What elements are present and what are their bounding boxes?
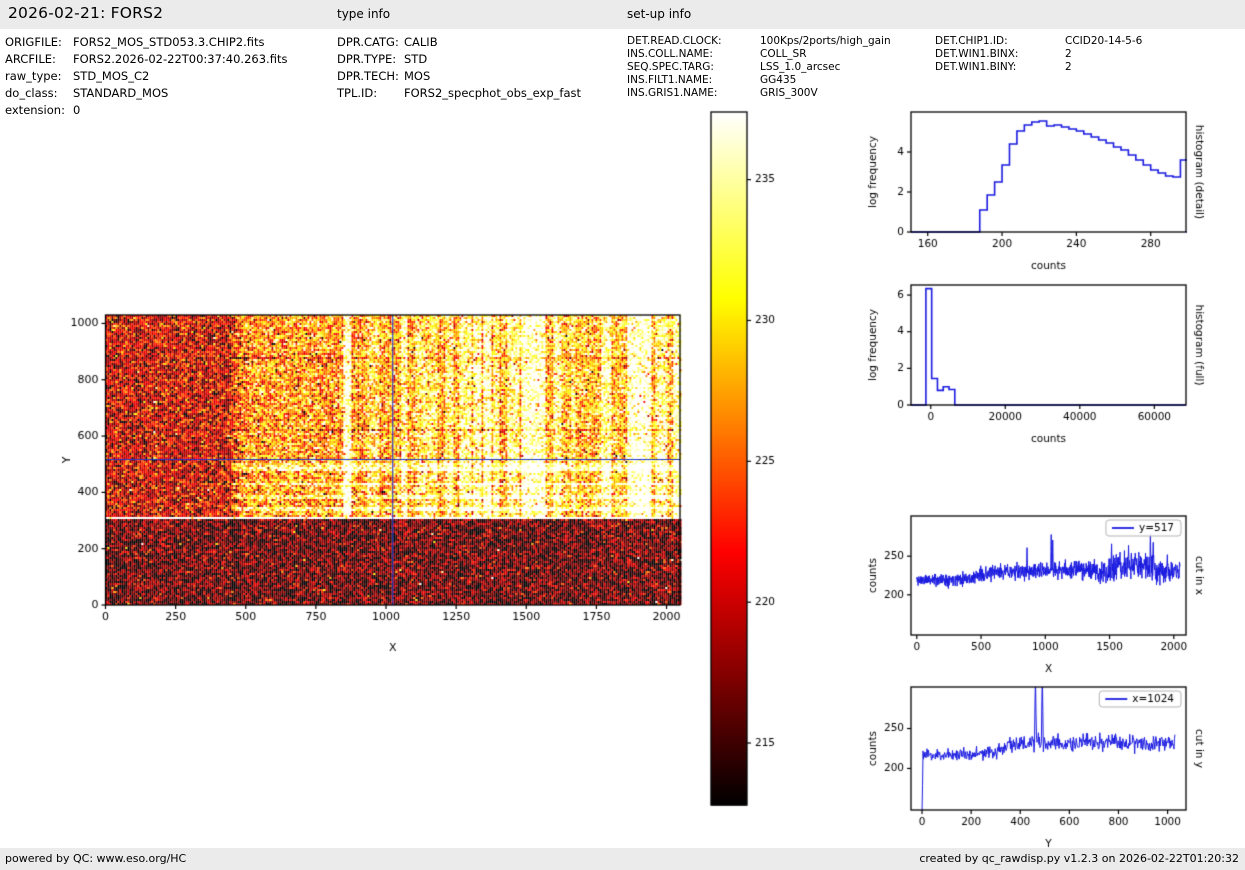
info-value: FORS2_MOS_STD053.3.CHIP2.fits [73, 35, 265, 49]
info-value: LSS_1.0_arcsec [760, 61, 841, 73]
info-label: DET.WIN1.BINY: [935, 61, 1017, 73]
info-value: CALIB [404, 35, 438, 49]
info-label: extension: [5, 103, 65, 117]
info-value: STD [404, 52, 428, 66]
histogram-full-plot [845, 268, 1245, 454]
info-label: DPR.TYPE: [337, 52, 397, 66]
info-value: STANDARD_MOS [73, 86, 169, 100]
info-label: DET.CHIP1.ID: [935, 35, 1008, 47]
info-label: INS.FILT1.NAME: [627, 74, 713, 86]
info-label: DET.READ.CLOCK: [627, 35, 722, 47]
info-label: INS.COLL.NAME: [627, 48, 713, 60]
info-value: GG435 [760, 74, 797, 86]
histogram-detail-plot [845, 92, 1245, 278]
footer-bar: powered by QC: www.eso.org/HC created by… [0, 848, 1245, 870]
info-value: 2 [1065, 48, 1072, 60]
info-label: ORIGFILE: [5, 35, 62, 49]
section-title-type-info: type info [337, 7, 391, 21]
cut-in-x-plot [845, 498, 1245, 680]
info-label: DPR.CATG: [337, 35, 399, 49]
info-label: DPR.TECH: [337, 69, 399, 83]
info-value: COLL_SR [760, 48, 807, 60]
footer-powered-by: powered by QC: www.eso.org/HC [5, 852, 187, 865]
info-label: ARCFILE: [5, 52, 56, 66]
section-title-setup-info: set-up info [627, 7, 692, 21]
info-value: FORS2.2026-02-22T00:37:40.263.fits [73, 52, 288, 66]
qc-report-page: 2026-02-21: FORS2 type info set-up info … [0, 0, 1245, 870]
info-value: FORS2_specphot_obs_exp_fast [404, 86, 581, 100]
info-value: CCID20-14-5-6 [1065, 35, 1143, 47]
info-label: SEQ.SPEC.TARG: [627, 61, 714, 73]
page-title: 2026-02-21: FORS2 [8, 4, 164, 22]
info-value: 100Kps/2ports/high_gain [760, 35, 891, 47]
info-label: do_class: [5, 86, 58, 100]
info-label: TPL.ID: [337, 86, 378, 100]
colorbar [695, 95, 820, 825]
info-value: 0 [73, 103, 81, 117]
header-bar: 2026-02-21: FORS2 type info set-up info [0, 0, 1245, 29]
info-value: 2 [1065, 61, 1072, 73]
info-value: MOS [404, 69, 431, 83]
raw-image-plot [40, 283, 740, 658]
cut-in-y-plot [845, 680, 1245, 848]
info-label: DET.WIN1.BINX: [935, 48, 1019, 60]
info-label: raw_type: [5, 69, 62, 83]
footer-created-by: created by qc_rawdisp.py v1.2.3 on 2026-… [919, 852, 1239, 865]
info-value: STD_MOS_C2 [73, 69, 150, 83]
